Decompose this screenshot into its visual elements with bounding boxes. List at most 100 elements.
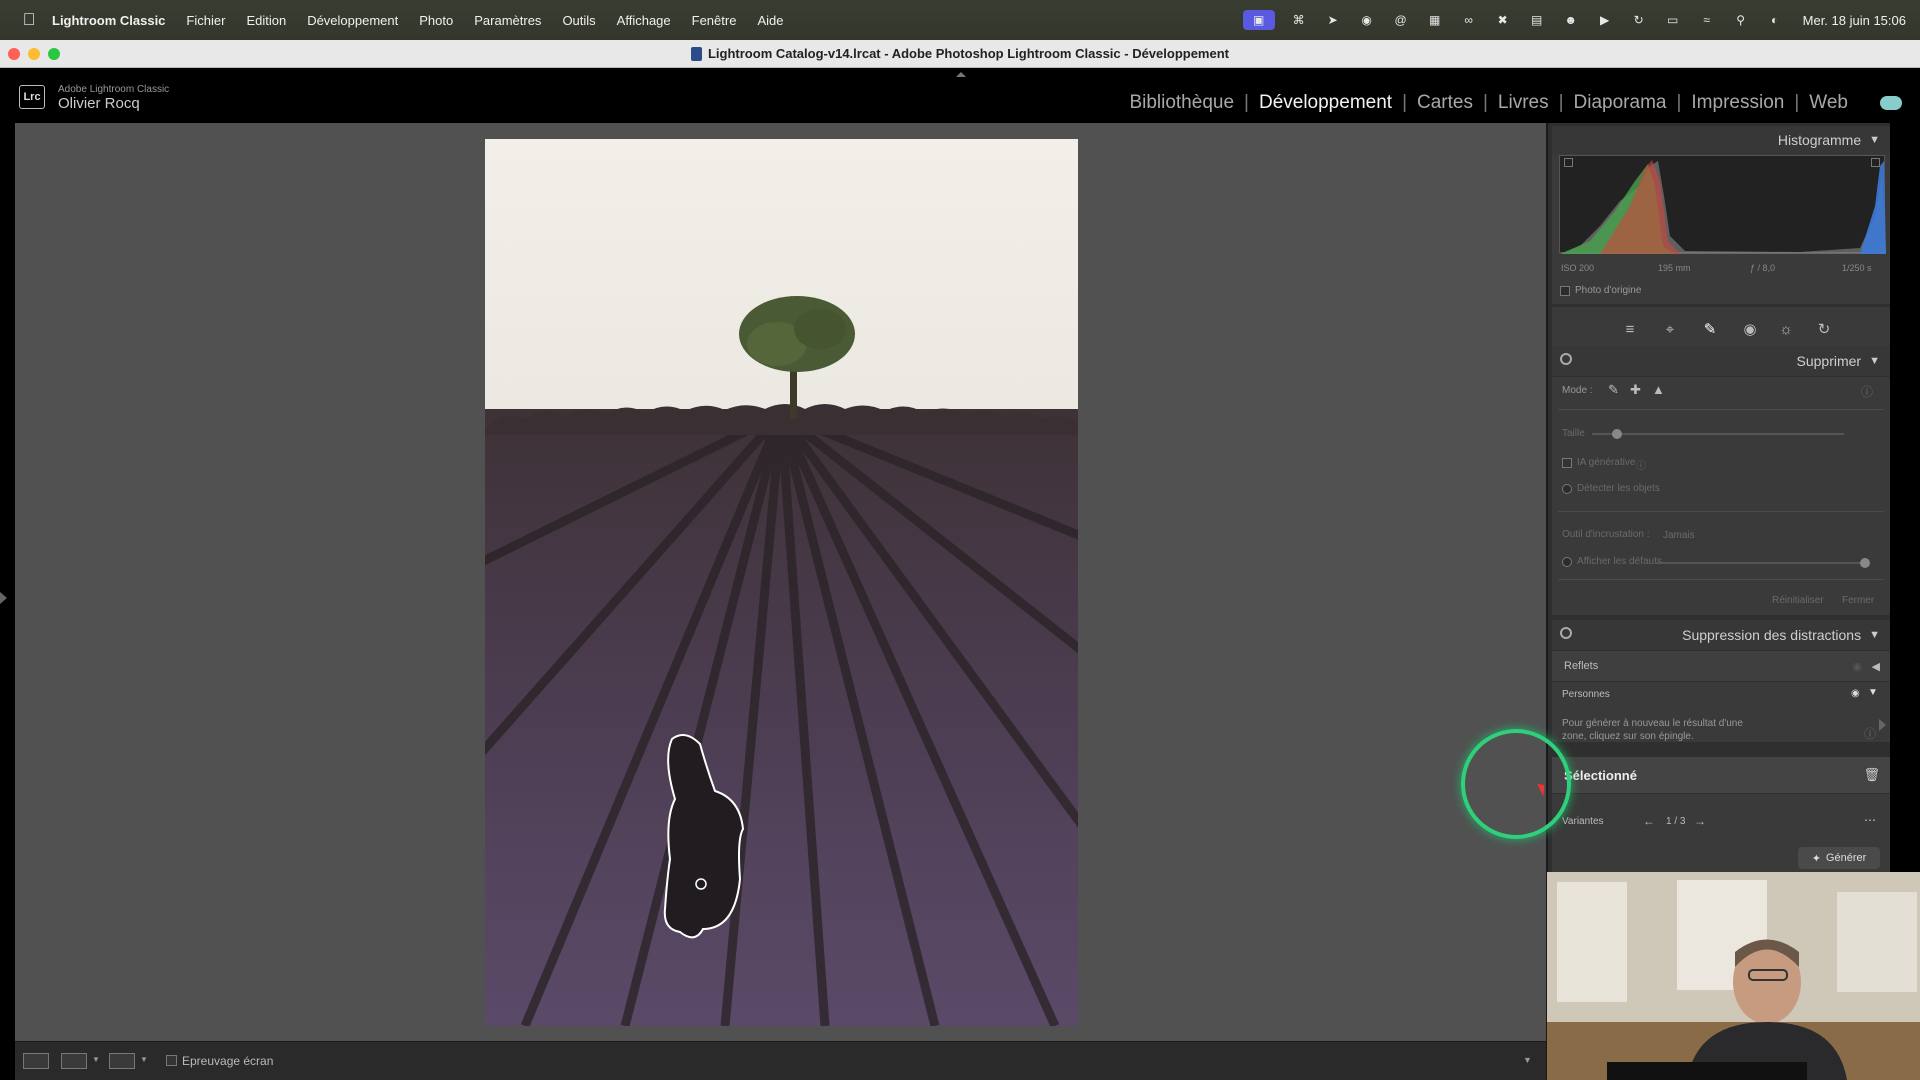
status-icons: ▣ ⌘ ➤ ◉ @ ▦ ∞ ✖ ▤ ☻ ▶ ↻ ▭ ≈ ⚲ ◐ Mer. 18 … [1242, 0, 1906, 40]
menu-fenetre[interactable]: Fenêtre [692, 13, 737, 28]
next-variant-icon[interactable]: → [1694, 814, 1706, 828]
reset-button[interactable]: Réinitialiser [1772, 595, 1824, 606]
before-after-dropdown-icon[interactable]: ▼ [92, 1055, 100, 1064]
menubar-clock[interactable]: Mer. 18 juin 15:06 [1803, 13, 1906, 28]
people-info-icon[interactable]: ⓘ [1864, 725, 1876, 742]
loupe-view-button[interactable] [23, 1053, 49, 1069]
reflections-eye-icon[interactable]: ◉ [1852, 660, 1862, 673]
size-slider-track[interactable] [1592, 433, 1844, 435]
module-diaporama[interactable]: Diaporama [1564, 92, 1677, 114]
remove-eraser-icon[interactable]: ✎ [1700, 319, 1720, 339]
creative-cloud-icon[interactable]: ∞ [1459, 12, 1479, 28]
close-window-button[interactable] [8, 48, 20, 60]
highlight-clipping-icon[interactable] [1871, 158, 1880, 167]
cursor-icon[interactable]: ➤ [1323, 12, 1343, 28]
crop-icon[interactable]: ⌖ [1660, 319, 1680, 339]
menu-parametres[interactable]: Paramètres [474, 13, 541, 28]
mode-clone-stamp-icon[interactable]: ▲ [1652, 382, 1665, 397]
defaults-slider-knob[interactable] [1860, 558, 1870, 568]
iso-value: ISO 200 [1561, 263, 1595, 273]
generative-ai-info-icon[interactable]: ⓘ [1636, 457, 1646, 472]
generative-ai-checkbox[interactable] [1562, 458, 1572, 468]
shadow-clipping-icon[interactable] [1564, 158, 1573, 167]
compare-dropdown-icon[interactable]: ▼ [140, 1055, 148, 1064]
generate-button[interactable]: ✦ Générer [1798, 847, 1880, 869]
detect-objects-checkbox[interactable] [1562, 484, 1572, 494]
defaults-slider-track[interactable] [1656, 562, 1864, 564]
tool-strip: ≡ ⌖ ✎ ◉ ☼ ↻ [1552, 307, 1890, 351]
menu-outils[interactable]: Outils [562, 13, 595, 28]
menu-photo[interactable]: Photo [419, 13, 453, 28]
soft-proof-checkbox[interactable] [166, 1055, 177, 1066]
minimize-window-button[interactable] [28, 48, 40, 60]
reflections-expand-icon[interactable]: ◀ [1872, 660, 1880, 673]
previous-variant-icon[interactable]: ← [1643, 814, 1655, 828]
distraction-collapse-triangle-icon[interactable]: ▼ [1869, 629, 1880, 641]
cloud-sync-icon[interactable] [1880, 96, 1902, 110]
module-livres[interactable]: Livres [1488, 92, 1559, 114]
reflections-row[interactable]: Reflets ◉ ◀ [1552, 651, 1890, 681]
close-button[interactable]: Fermer [1842, 595, 1874, 606]
menu-aide[interactable]: Aide [757, 13, 783, 28]
catalog-document-icon [690, 46, 702, 61]
edit-sliders-icon[interactable]: ≡ [1620, 319, 1640, 339]
menu-developpement[interactable]: Développement [307, 13, 398, 28]
menu-fichier[interactable]: Fichier [186, 13, 225, 28]
show-defaults-checkbox[interactable] [1562, 557, 1572, 567]
module-impression[interactable]: Impression [1681, 92, 1794, 114]
user-icon[interactable]: ☻ [1561, 12, 1581, 28]
apple-icon[interactable]:  [18, 10, 40, 30]
reset-icon[interactable]: ↻ [1814, 319, 1834, 339]
menu-app-name[interactable]: Lightroom Classic [52, 13, 165, 28]
more-options-icon[interactable]: ⋯ [1864, 813, 1876, 827]
toolbar-dropdown-icon[interactable]: ▼ [1523, 1055, 1532, 1065]
fullscreen-window-button[interactable] [48, 48, 60, 60]
time-machine-icon[interactable]: ↻ [1629, 12, 1649, 28]
wifi-icon[interactable]: ≈ [1697, 12, 1717, 28]
module-cartes[interactable]: Cartes [1407, 92, 1483, 114]
compare-view-button[interactable] [109, 1053, 135, 1069]
menu-edition[interactable]: Edition [246, 13, 286, 28]
selected-row[interactable]: Sélectionné 🗑 [1552, 757, 1890, 793]
before-after-view-button[interactable] [61, 1053, 87, 1069]
collapse-top-panel-icon[interactable] [956, 72, 966, 77]
battery-icon[interactable]: ▭ [1663, 12, 1683, 28]
mode-eraser-icon[interactable]: ✎ [1608, 382, 1619, 398]
red-eye-icon[interactable]: ◉ [1740, 319, 1760, 339]
masking-icon[interactable]: ☼ [1776, 319, 1796, 339]
menu-affichage[interactable]: Affichage [617, 13, 671, 28]
x-icon[interactable]: ✖ [1493, 12, 1513, 28]
mode-info-icon[interactable]: ⓘ [1861, 383, 1873, 400]
left-panel-toggle-icon[interactable] [0, 592, 7, 604]
remove-visibility-eye-icon[interactable] [1560, 353, 1572, 365]
play-icon[interactable]: ▶ [1595, 12, 1615, 28]
original-photo-checkbox[interactable] [1560, 286, 1570, 296]
collapse-triangle-icon[interactable]: ▼ [1869, 134, 1880, 146]
people-collapse-icon[interactable]: ▼ [1868, 687, 1878, 698]
histogram-curves [1560, 160, 1886, 254]
cursor-highlight-ring [1461, 729, 1571, 839]
camera-icon[interactable]: ◉ [1357, 12, 1377, 28]
clipboard-icon[interactable]: ▤ [1527, 12, 1547, 28]
remove-collapse-triangle-icon[interactable]: ▼ [1869, 355, 1880, 367]
mode-heal-icon[interactable]: ✚ [1630, 382, 1641, 398]
search-icon[interactable]: ⚲ [1731, 12, 1751, 28]
overlay-tool-select[interactable]: Jamais [1663, 530, 1695, 541]
distraction-visibility-eye-icon[interactable] [1560, 627, 1572, 639]
module-web[interactable]: Web [1799, 92, 1858, 114]
trash-icon[interactable]: 🗑 [1863, 767, 1880, 783]
people-eye-icon[interactable]: ◉ [1851, 688, 1860, 699]
module-bibliotheque[interactable]: Bibliothèque [1119, 92, 1244, 114]
control-center-icon[interactable]: ◐ [1765, 12, 1785, 28]
module-developpement[interactable]: Développement [1249, 92, 1402, 114]
right-panel-toggle-icon[interactable] [1879, 719, 1886, 731]
pse-icon[interactable]: ▦ [1425, 12, 1445, 28]
at-icon[interactable]: @ [1391, 12, 1411, 28]
screen-share-icon[interactable]: ▣ [1242, 10, 1275, 30]
remove-panel-header[interactable]: Supprimer ▼ [1552, 346, 1890, 376]
photo-preview[interactable] [485, 139, 1078, 1026]
distraction-panel-header[interactable]: Suppression des distractions ▼ [1552, 620, 1890, 650]
histogram-graph[interactable] [1559, 155, 1886, 254]
histogram-header[interactable]: Histogramme ▼ [1552, 126, 1890, 154]
command-icon[interactable]: ⌘ [1289, 12, 1309, 28]
